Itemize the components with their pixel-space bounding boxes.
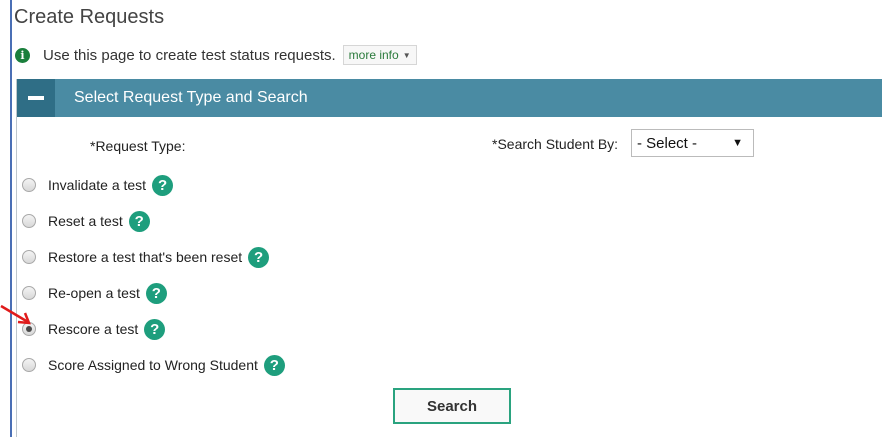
- radio-button[interactable]: [22, 286, 36, 300]
- panel-header: Select Request Type and Search: [17, 79, 882, 117]
- info-text: Use this page to create test status requ…: [43, 46, 336, 64]
- more-info-label: more info: [348, 48, 399, 62]
- radio-button[interactable]: [22, 250, 36, 264]
- panel-title: Select Request Type and Search: [74, 89, 308, 106]
- option-label: Rescore a test: [48, 321, 139, 337]
- question-circle-icon[interactable]: ?: [152, 174, 174, 196]
- search-button[interactable]: Search: [393, 388, 511, 424]
- question-circle-icon[interactable]: ?: [145, 282, 167, 304]
- option-restore[interactable]: Restore a test that's been reset ?: [22, 239, 285, 275]
- option-label: Reset a test: [48, 213, 123, 229]
- question-circle-icon[interactable]: ?: [128, 210, 150, 232]
- option-reset[interactable]: Reset a test ?: [22, 203, 285, 239]
- option-wrong-student[interactable]: Score Assigned to Wrong Student ?: [22, 347, 285, 383]
- more-info-button[interactable]: more info ▼: [342, 45, 417, 65]
- collapse-button[interactable]: [17, 79, 55, 117]
- option-label: Re-open a test: [48, 285, 140, 301]
- create-requests-page: Create Requests i Use this page to creat…: [0, 0, 882, 437]
- info-icon: i: [15, 47, 30, 63]
- question-circle-icon[interactable]: ?: [248, 246, 270, 268]
- option-label: Invalidate a test: [48, 177, 147, 193]
- minus-icon: [28, 96, 44, 100]
- page-title: Create Requests: [14, 6, 165, 28]
- option-label: Restore a test that's been reset: [48, 249, 243, 265]
- radio-button[interactable]: [22, 214, 36, 228]
- search-by-label: *Search Student By:: [492, 136, 619, 152]
- annotation-arrow-icon: [0, 304, 31, 325]
- question-circle-icon[interactable]: ?: [263, 354, 285, 376]
- caret-down-icon: ▼: [732, 137, 743, 149]
- caret-down-icon: ▼: [402, 50, 411, 60]
- left-border-rule: [10, 0, 12, 437]
- info-line: i Use this page to create test status re…: [15, 44, 417, 66]
- request-type-label: *Request Type:: [90, 138, 186, 154]
- request-type-options: Invalidate a test ? Reset a test ? Resto…: [22, 167, 285, 383]
- option-reopen[interactable]: Re-open a test ?: [22, 275, 285, 311]
- search-by-select[interactable]: - Select - ▼: [631, 129, 754, 157]
- radio-button[interactable]: [22, 358, 36, 372]
- request-panel: Select Request Type and Search *Request …: [16, 79, 882, 437]
- search-by-select-value: - Select -: [637, 134, 698, 152]
- radio-button[interactable]: [22, 178, 36, 192]
- option-label: Score Assigned to Wrong Student: [48, 357, 258, 373]
- question-circle-icon[interactable]: ?: [144, 318, 166, 340]
- option-rescore[interactable]: Rescore a test ?: [22, 311, 285, 347]
- option-invalidate[interactable]: Invalidate a test ?: [22, 167, 285, 203]
